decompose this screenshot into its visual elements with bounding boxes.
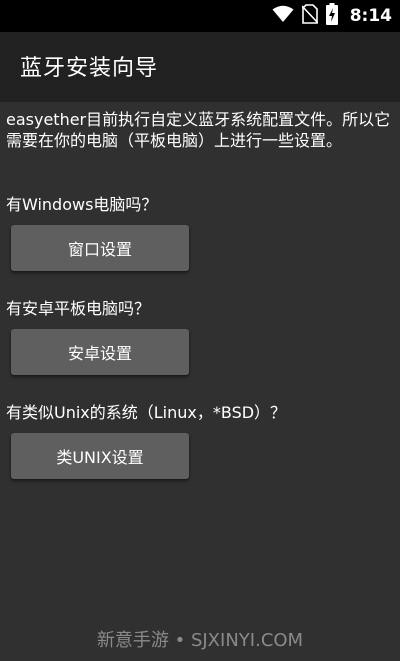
wifi-icon (272, 5, 294, 27)
status-time: 8:14 (349, 6, 392, 26)
app-title: 蓝牙安装向导 (20, 56, 159, 81)
battery-charging-icon (325, 3, 338, 29)
question-android: 有安卓平板电脑吗？ (6, 299, 151, 318)
unix-settings-button[interactable]: 类UNIX设置 (11, 433, 189, 479)
android-settings-button[interactable]: 安卓设置 (11, 329, 189, 375)
status-bar: 8:14 (0, 0, 400, 32)
windows-settings-button[interactable]: 窗口设置 (11, 225, 189, 271)
question-windows: 有Windows电脑吗？ (6, 195, 158, 214)
watermark: 新意手游 • SJXINYI.COM (96, 630, 304, 651)
status-icons: 8:14 (272, 0, 392, 32)
no-sim-icon (301, 4, 319, 28)
question-unix: 有类似Unix的系统（Linux，*BSD）？ (6, 403, 287, 422)
app-bar: 蓝牙安装向导 (0, 32, 400, 102)
intro-text: easyether目前执行自定义蓝牙系统配置文件。所以它需要在你的电脑（平板电脑… (6, 110, 391, 150)
